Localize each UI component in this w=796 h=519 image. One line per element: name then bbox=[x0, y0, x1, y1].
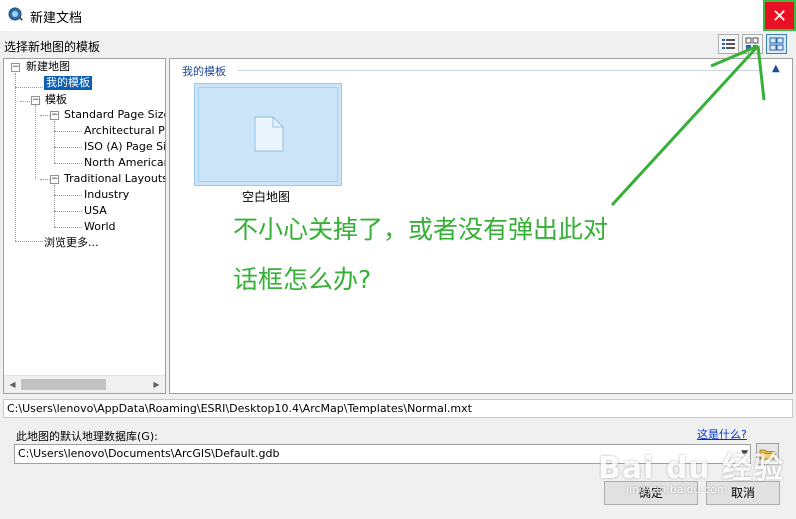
collapse-templates-icon[interactable]: − bbox=[31, 96, 40, 105]
tree-node-templates[interactable]: 模板 bbox=[45, 93, 67, 107]
collapse-standard-sizes-icon[interactable]: − bbox=[50, 111, 59, 120]
thumbnail-view-icon bbox=[769, 37, 784, 51]
template-tile-blank-map[interactable] bbox=[194, 83, 342, 186]
section-divider bbox=[238, 70, 760, 71]
arcmap-app-icon bbox=[8, 7, 23, 21]
blank-document-icon bbox=[254, 116, 284, 152]
template-path-display: C:\Users\lenovo\AppData\Roaming\ESRI\Des… bbox=[3, 399, 793, 418]
annotation-text: 不小心关掉了，或者没有弹出此对 话框怎么办? bbox=[233, 205, 683, 305]
annotation-line-2: 话框怎么办? bbox=[233, 265, 372, 294]
cancel-button[interactable]: 取消 bbox=[706, 481, 780, 505]
scrollbar-thumb[interactable] bbox=[21, 379, 106, 390]
browse-gdb-button[interactable] bbox=[756, 443, 779, 465]
collapse-traditional-icon[interactable]: − bbox=[50, 175, 59, 184]
details-view-button[interactable] bbox=[718, 34, 739, 54]
default-gdb-select[interactable]: C:\Users\lenovo\Documents\ArcGIS\Default… bbox=[14, 444, 751, 464]
tree-node-industry[interactable]: Industry bbox=[84, 188, 129, 202]
tree-horizontal-scrollbar[interactable]: ◀ ▶ bbox=[4, 375, 165, 393]
chevron-down-icon[interactable]: ▼ bbox=[741, 445, 748, 463]
window-title: 新建文档 bbox=[30, 11, 83, 26]
dialog-subtitle: 选择新地图的模板 bbox=[4, 40, 101, 54]
template-tree[interactable]: − 新建地图 我的模板 − 模板 − Standard Page Sizes A… bbox=[3, 58, 166, 394]
default-gdb-value: C:\Users\lenovo\Documents\ArcGIS\Default… bbox=[18, 447, 280, 460]
tree-node-traditional-layouts[interactable]: Traditional Layouts bbox=[64, 172, 165, 186]
whats-this-link[interactable]: 这是什么? bbox=[697, 426, 747, 442]
tree-node-usa[interactable]: USA bbox=[84, 204, 107, 218]
tree-node-world[interactable]: World bbox=[84, 220, 116, 234]
collapse-new-map-icon[interactable]: − bbox=[11, 63, 20, 72]
list-view-button[interactable] bbox=[742, 34, 763, 54]
tree-node-north-american[interactable]: North American (ANSI) Page Sizes bbox=[84, 156, 165, 170]
thumbnail-view-button[interactable] bbox=[766, 34, 787, 54]
tree-node-iso-a[interactable]: ISO (A) Page Sizes bbox=[84, 140, 165, 154]
folder-open-icon bbox=[759, 449, 777, 460]
scroll-right-icon[interactable]: ▶ bbox=[148, 376, 165, 393]
section-title-my-templates: 我的模板 bbox=[182, 65, 226, 78]
ok-button[interactable]: 确定 bbox=[604, 481, 698, 505]
annotation-line-1: 不小心关掉了，或者没有弹出此对 bbox=[233, 215, 609, 244]
close-icon: ✕ bbox=[771, 6, 788, 27]
tree-node-my-templates[interactable]: 我的模板 bbox=[44, 76, 92, 90]
tree-node-architectural[interactable]: Architectural Page Sizes bbox=[84, 124, 165, 138]
tree-node-new-map[interactable]: 新建地图 bbox=[26, 60, 70, 74]
title-bar: 新建文档 ✕ bbox=[0, 0, 796, 31]
collapse-section-icon[interactable]: ▲ bbox=[772, 63, 780, 74]
new-document-dialog: 新建文档 ✕ 选择新地图的模板 − 新建地图 我的模板 − 模板 − Stand… bbox=[0, 0, 796, 519]
template-label-blank-map: 空白地图 bbox=[242, 190, 291, 204]
tree-node-standard-page-sizes[interactable]: Standard Page Sizes bbox=[64, 108, 165, 122]
default-gdb-label: 此地图的默认地理数据库(G): bbox=[16, 430, 158, 443]
details-view-icon bbox=[722, 39, 735, 49]
scroll-left-icon[interactable]: ◀ bbox=[4, 376, 21, 393]
list-view-icon bbox=[745, 37, 759, 50]
close-button[interactable]: ✕ bbox=[763, 0, 796, 31]
tree-node-browse-more[interactable]: 浏览更多... bbox=[44, 236, 99, 250]
tile-frame bbox=[198, 87, 338, 182]
